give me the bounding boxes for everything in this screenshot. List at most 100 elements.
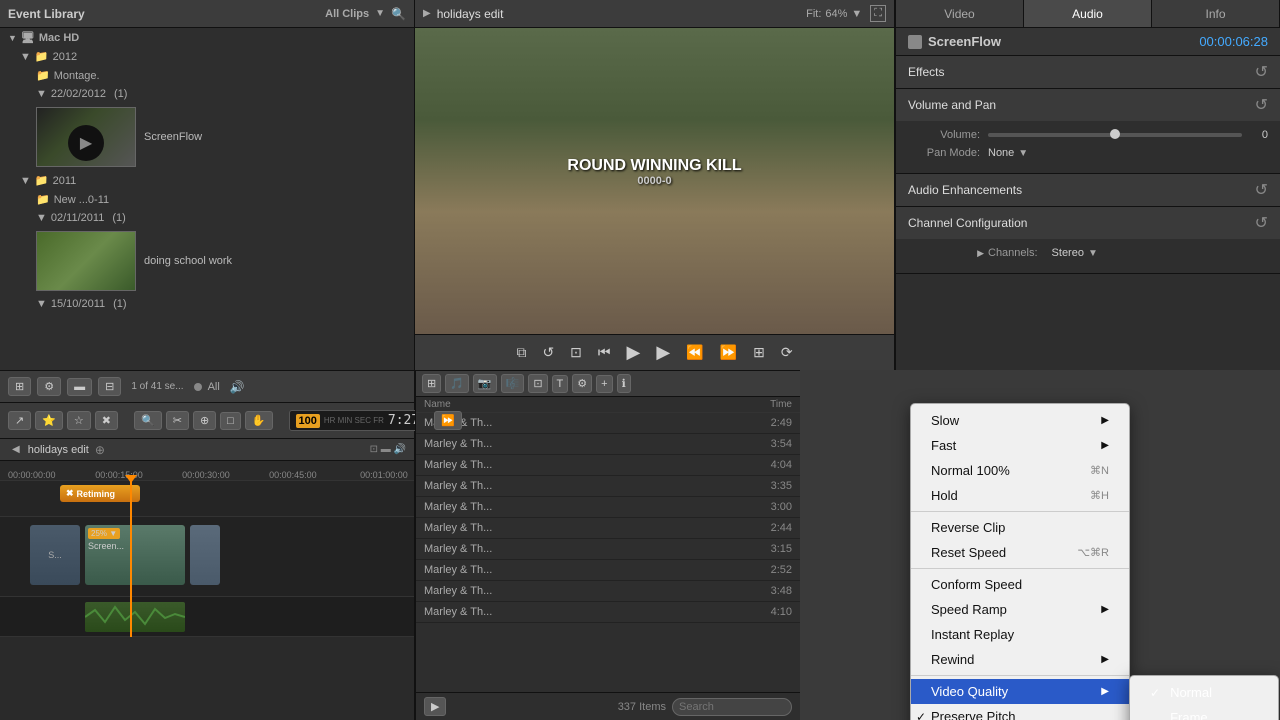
clip-school[interactable]: doing school work — [0, 227, 414, 295]
menu-video-quality[interactable]: Video Quality ▶ ✓ Normal ✓ Frame Blendin… — [911, 679, 1129, 704]
volume-slider-thumb[interactable] — [1110, 129, 1120, 139]
timecode-box: 100 HR MIN SEC FR 7:27 — [289, 410, 427, 431]
tab-audio[interactable]: Audio — [1024, 0, 1152, 27]
music-time-col: Time — [752, 399, 792, 410]
clip-btn[interactable]: ⊡ — [566, 342, 586, 363]
menu-fast[interactable]: Fast ▶ — [911, 433, 1129, 458]
list-item[interactable]: Marley & Th...4:04 — [416, 455, 800, 476]
list-item[interactable]: Marley & Th...2:44 — [416, 518, 800, 539]
new-group[interactable]: 📁 New ...0-11 — [0, 190, 414, 209]
year-2011-group[interactable]: ▼ 📁 2011 — [0, 171, 414, 190]
skip-back-btn[interactable]: ⏪ — [682, 342, 707, 363]
tab-info[interactable]: Info — [1152, 0, 1280, 27]
magnifier-btn[interactable]: 🔍 — [134, 411, 162, 430]
prev-frame-btn[interactable]: ⏮ — [594, 342, 615, 363]
zoom-btn[interactable]: ⊞ — [749, 342, 769, 363]
list-item[interactable]: Marley & Th...2:49 — [416, 413, 800, 434]
clip-extra[interactable] — [190, 525, 220, 585]
music-search-input[interactable] — [672, 698, 792, 716]
cut-btn[interactable]: ✂ — [166, 411, 189, 430]
menu-reset-speed[interactable]: Reset Speed ⌥⌘R — [911, 540, 1129, 565]
reject-btn[interactable]: ✖ — [95, 411, 118, 430]
clips-dropdown-icon[interactable]: ▼ — [375, 8, 385, 19]
browser-btn-1[interactable]: ⊞ — [422, 374, 441, 393]
prev-timeline-btn[interactable]: ◀ — [8, 444, 24, 455]
play-music-btn[interactable]: ▶ — [424, 697, 446, 716]
channels-control: Stereo ▼ — [1052, 247, 1268, 259]
effects-reset-icon[interactable]: ↺ — [1255, 62, 1268, 82]
play-full-btn[interactable]: ▶ — [652, 340, 674, 365]
montage-group[interactable]: 📁 Montage. — [0, 66, 414, 85]
speaker-icon[interactable]: 🔊 — [230, 380, 245, 394]
tab-audio-label: Audio — [1072, 7, 1103, 21]
menu-slow[interactable]: Slow ▶ — [911, 408, 1129, 433]
fit-dropdown-icon[interactable]: ▼ — [851, 8, 862, 20]
channels-dropdown-icon[interactable]: ▼ — [1088, 248, 1098, 259]
trim-btn[interactable]: ⧉ — [512, 342, 530, 363]
menu-hold[interactable]: Hold ⌘H — [911, 483, 1129, 508]
audio-btn[interactable]: ⊟ — [98, 377, 121, 396]
date-group-3[interactable]: ▼ 15/10/2011 (1) — [0, 295, 414, 313]
list-item[interactable]: Marley & Th...4:10 — [416, 602, 800, 623]
browser-btn-7[interactable]: ⚙ — [572, 374, 592, 393]
list-item[interactable]: Marley & Th...3:54 — [416, 434, 800, 455]
menu-conform[interactable]: Conform Speed — [911, 572, 1129, 597]
connect-btn[interactable]: ⊕ — [193, 411, 216, 430]
skip-forward-btn[interactable]: ⏩ — [716, 342, 741, 363]
retime-tool-btn[interactable]: ⏩ — [434, 411, 462, 430]
browser-btn-9[interactable]: ℹ — [617, 374, 631, 393]
submenu-normal[interactable]: ✓ Normal — [1130, 680, 1278, 705]
menu-instant-replay[interactable]: Instant Replay — [911, 622, 1129, 647]
pan-dropdown-icon[interactable]: ▼ — [1018, 148, 1028, 159]
volume-pan-reset-icon[interactable]: ↺ — [1255, 95, 1268, 115]
menu-preserve-pitch[interactable]: ✓ Preserve Pitch — [911, 704, 1129, 720]
date-group-2[interactable]: ▼ 02/11/2011 (1) — [0, 209, 414, 227]
date-group-1[interactable]: ▼ 22/02/2012 (1) — [0, 85, 414, 103]
browser-btn-2[interactable]: 🎵 — [445, 374, 469, 393]
clip-screen[interactable]: 25% ▼ Screen... — [85, 525, 185, 585]
submenu-frame-blending[interactable]: ✓ Frame Blending — [1130, 705, 1278, 720]
clip-s[interactable]: S... — [30, 525, 80, 585]
view-btn[interactable]: ▬ — [67, 378, 92, 396]
hand-btn[interactable]: ✋ — [245, 411, 273, 430]
mac-hd-group[interactable]: ▼ 🖥 Mac HD — [0, 28, 414, 47]
arrow-tool-btn[interactable]: ↗ — [8, 411, 31, 430]
menu-reverse[interactable]: Reverse Clip — [911, 515, 1129, 540]
volume-slider-track[interactable] — [988, 133, 1242, 137]
star-btn[interactable]: ⭐ — [35, 411, 63, 430]
list-item[interactable]: Marley & Th...2:52 — [416, 560, 800, 581]
browser-btn-3[interactable]: 📷 — [473, 374, 497, 393]
menu-normal100[interactable]: Normal 100% ⌘N — [911, 458, 1129, 483]
list-item[interactable]: Marley & Th...3:00 — [416, 497, 800, 518]
audio-enhancements-reset-icon[interactable]: ↺ — [1255, 180, 1268, 200]
list-item[interactable]: Marley & Th...3:15 — [416, 539, 800, 560]
channels-value: Stereo — [1052, 247, 1084, 259]
browser-btn-6[interactable]: T — [552, 375, 569, 393]
retiming-clip[interactable]: ✖ Retiming — [60, 485, 140, 502]
effects-section-header[interactable]: Effects ↺ — [896, 56, 1280, 88]
channel-config-header[interactable]: Channel Configuration ↺ — [896, 207, 1280, 239]
tab-video[interactable]: Video — [896, 0, 1024, 27]
clip-screenflow[interactable]: ▶ ScreenFlow — [0, 103, 414, 171]
play-pause-btn[interactable]: ▶ — [623, 340, 645, 365]
channel-config-reset-icon[interactable]: ↺ — [1255, 213, 1268, 233]
channels-expand-icon[interactable]: ▶ — [908, 248, 988, 259]
browser-btn-5[interactable]: ⊡ — [528, 374, 547, 393]
loop-btn[interactable]: ↺ — [538, 342, 558, 363]
list-item[interactable]: Marley & Th...3:35 — [416, 476, 800, 497]
search-icon[interactable]: 🔍 — [391, 7, 406, 21]
fullscreen-icon[interactable]: ⛶ — [870, 5, 886, 22]
menu-speed-ramp[interactable]: Speed Ramp ▶ — [911, 597, 1129, 622]
audio-enhancements-header[interactable]: Audio Enhancements ↺ — [896, 174, 1280, 206]
list-item[interactable]: Marley & Th...3:48 — [416, 581, 800, 602]
clip-tool-btn[interactable]: □ — [220, 412, 241, 430]
browser-btn-8[interactable]: + — [596, 375, 612, 393]
snap-btn[interactable]: ⊞ — [8, 377, 31, 396]
cycle-btn[interactable]: ⟳ — [777, 342, 797, 363]
settings-btn[interactable]: ⚙ — [37, 377, 61, 396]
browser-btn-4[interactable]: 🎼 — [501, 374, 525, 393]
menu-rewind[interactable]: Rewind ▶ — [911, 647, 1129, 672]
volume-pan-header[interactable]: Volume and Pan ↺ — [896, 89, 1280, 121]
star-outline-btn[interactable]: ☆ — [67, 411, 91, 430]
year-2012-group[interactable]: ▼ 📁 2012 — [0, 47, 414, 66]
